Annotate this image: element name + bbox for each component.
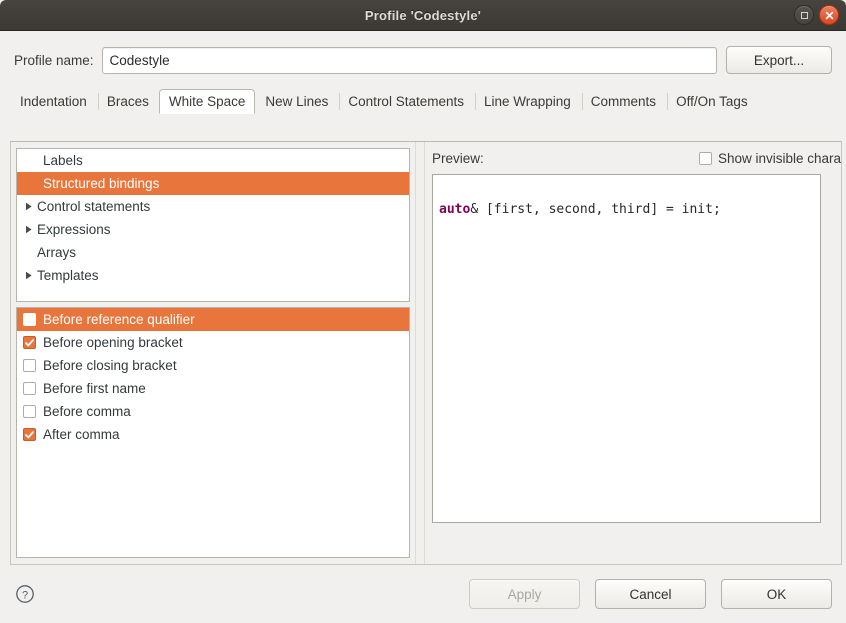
right-pane: Preview: Show invisible chara auto& [fir… bbox=[425, 142, 841, 564]
checkbox-icon[interactable] bbox=[23, 382, 36, 395]
tab-white-space[interactable]: White Space bbox=[158, 89, 256, 114]
close-icon[interactable] bbox=[819, 5, 839, 25]
option-row[interactable]: After comma bbox=[17, 423, 409, 446]
option-label: Before comma bbox=[43, 404, 131, 419]
tab-braces[interactable]: Braces bbox=[97, 89, 159, 113]
tree-item[interactable]: Arrays bbox=[17, 241, 409, 264]
preview-header: Preview: Show invisible chara bbox=[432, 148, 841, 169]
window-title: Profile 'Codestyle' bbox=[364, 7, 482, 23]
tree-item[interactable]: Control statements bbox=[17, 195, 409, 218]
tree-item-label: Structured bindings bbox=[43, 176, 160, 191]
help-icon[interactable]: ? bbox=[14, 583, 36, 605]
tab-control-statements[interactable]: Control Statements bbox=[338, 89, 474, 113]
show-invisible-characters-checkbox[interactable]: Show invisible chara bbox=[698, 151, 841, 166]
checkbox-icon[interactable] bbox=[23, 405, 36, 418]
tab-indentation[interactable]: Indentation bbox=[10, 89, 97, 113]
profile-name-label: Profile name: bbox=[14, 52, 94, 68]
profile-name-row: Profile name: Codestyle Export... bbox=[0, 31, 846, 77]
tree-item-label: Arrays bbox=[37, 245, 77, 260]
preview-label: Preview: bbox=[432, 151, 484, 166]
tab-content-white-space: Labels Structured bindings Control stateme… bbox=[10, 141, 842, 565]
option-row[interactable]: Before opening bracket bbox=[17, 331, 409, 354]
tree-item[interactable]: Structured bindings bbox=[17, 172, 409, 195]
option-label: Before first name bbox=[43, 381, 146, 396]
option-label: Before closing bracket bbox=[43, 358, 177, 373]
chevron-right-icon[interactable] bbox=[21, 225, 37, 234]
chevron-right-icon[interactable] bbox=[21, 202, 37, 211]
window-controls bbox=[794, 0, 839, 30]
show-invisible-characters-label: Show invisible chara bbox=[717, 151, 841, 166]
code-rest: & [first, second, third] = init; bbox=[470, 202, 721, 217]
option-row[interactable]: Before first name bbox=[17, 377, 409, 400]
checkbox-checked-icon[interactable] bbox=[23, 428, 36, 441]
checkbox-checked-icon[interactable] bbox=[23, 336, 36, 349]
checkbox-icon[interactable] bbox=[698, 152, 712, 165]
dialog-footer: ? Apply Cancel OK bbox=[0, 565, 846, 623]
footer-buttons: Apply Cancel OK bbox=[469, 579, 832, 609]
tree-item-label: Templates bbox=[37, 268, 99, 283]
tab-off-on-tags[interactable]: Off/On Tags bbox=[666, 89, 758, 113]
tree-item-label: Expressions bbox=[37, 222, 111, 237]
tree-item[interactable]: Labels bbox=[17, 149, 409, 172]
tab-comments[interactable]: Comments bbox=[581, 89, 666, 113]
tab-bar: Indentation Braces White Space New Lines Con… bbox=[10, 88, 846, 114]
tab-line-wrapping[interactable]: Line Wrapping bbox=[474, 89, 581, 113]
code-keyword: auto bbox=[439, 202, 471, 217]
dialog-body: Profile name: Codestyle Export... Indent… bbox=[0, 31, 846, 623]
option-row[interactable]: Before reference qualifier bbox=[17, 308, 409, 331]
maximize-icon[interactable] bbox=[794, 5, 814, 25]
code-line: auto& [first, second, third] = init; bbox=[439, 200, 820, 219]
preview-code-area[interactable]: auto& [first, second, third] = init; bbox=[432, 174, 821, 523]
option-label: Before opening bracket bbox=[43, 335, 183, 350]
left-pane: Labels Structured bindings Control stateme… bbox=[11, 142, 415, 564]
tree-item[interactable]: Expressions bbox=[17, 218, 409, 241]
option-row[interactable]: Before comma bbox=[17, 400, 409, 423]
ok-button[interactable]: OK bbox=[721, 579, 832, 609]
option-label: After comma bbox=[43, 427, 120, 442]
profile-name-input[interactable]: Codestyle bbox=[101, 46, 717, 74]
tree-item-label: Control statements bbox=[37, 199, 151, 214]
apply-button[interactable]: Apply bbox=[469, 579, 580, 609]
chevron-right-icon[interactable] bbox=[21, 271, 37, 280]
syntax-element-tree[interactable]: Labels Structured bindings Control stateme… bbox=[16, 148, 410, 302]
tree-item[interactable]: Templates bbox=[17, 264, 409, 287]
title-bar[interactable]: Profile 'Codestyle' bbox=[0, 0, 846, 31]
tree-item-label: Labels bbox=[43, 153, 83, 168]
option-row[interactable]: Before closing bracket bbox=[17, 354, 409, 377]
tab-new-lines[interactable]: New Lines bbox=[255, 89, 338, 113]
svg-text:?: ? bbox=[22, 589, 28, 601]
export-button[interactable]: Export... bbox=[726, 46, 832, 74]
cancel-button[interactable]: Cancel bbox=[595, 579, 706, 609]
option-label: Before reference qualifier bbox=[43, 312, 195, 327]
pane-divider[interactable] bbox=[415, 142, 425, 564]
checkbox-icon[interactable] bbox=[23, 313, 36, 326]
whitespace-option-list[interactable]: Before reference qualifier Before opening… bbox=[16, 307, 410, 558]
checkbox-icon[interactable] bbox=[23, 359, 36, 372]
